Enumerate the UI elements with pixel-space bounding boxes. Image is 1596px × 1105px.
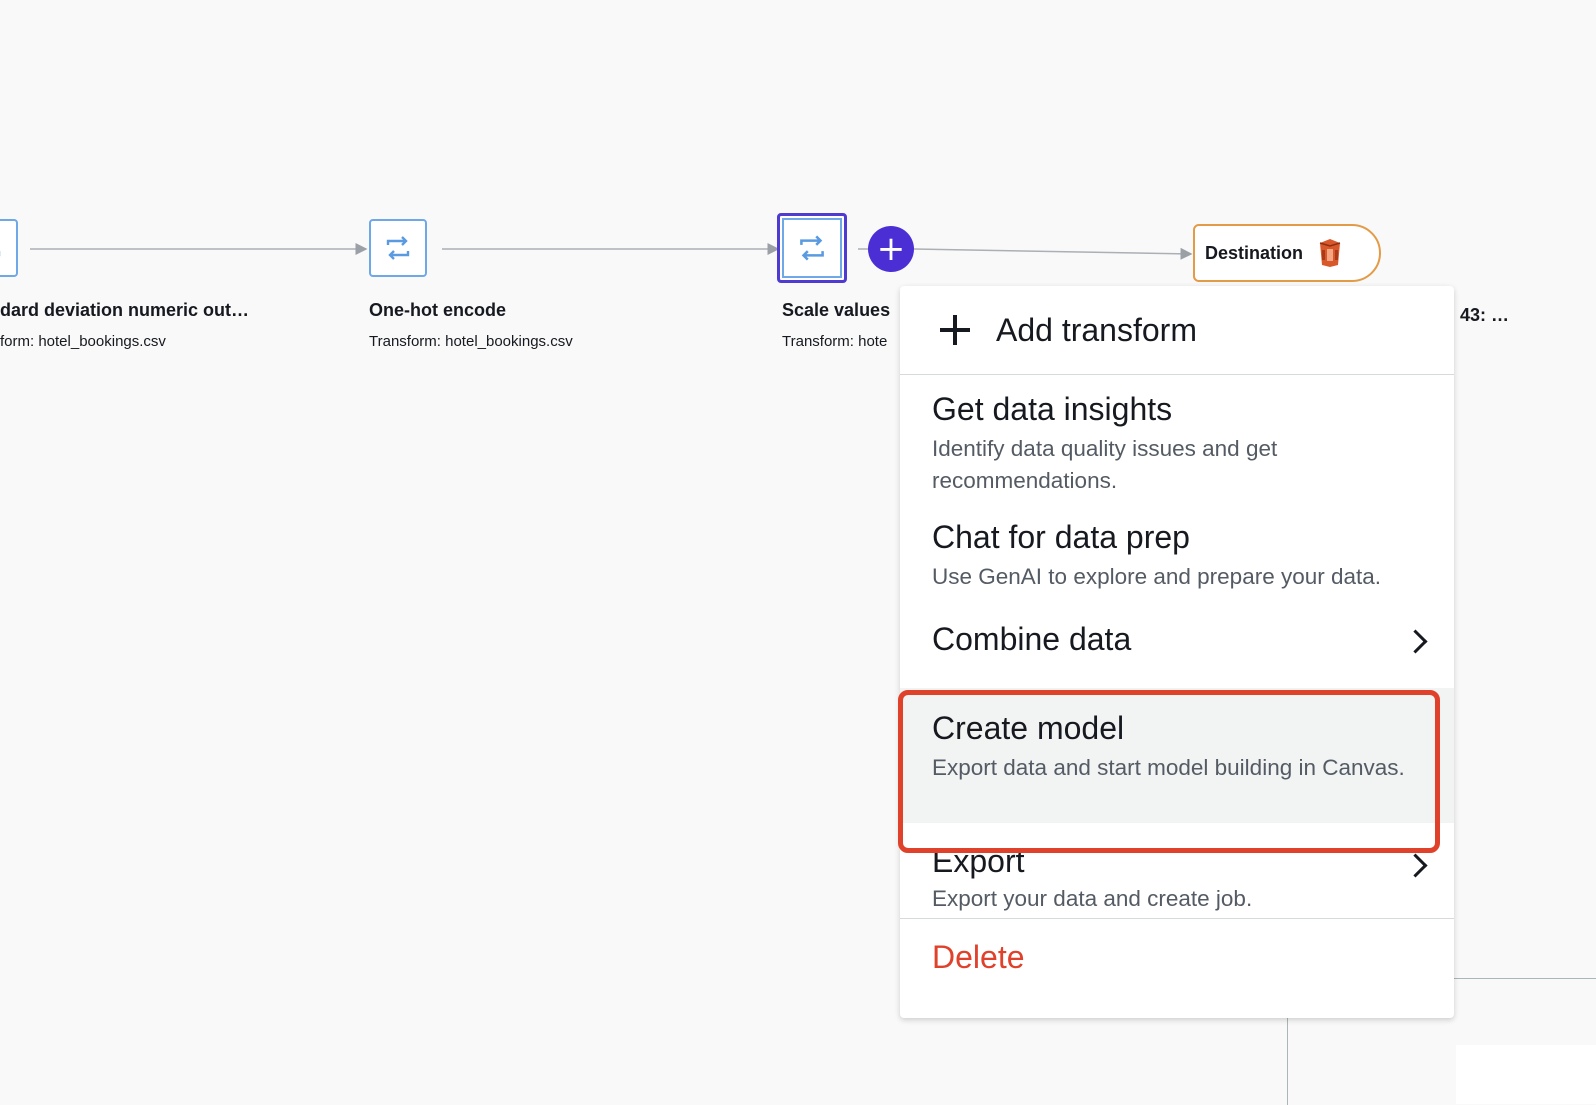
add-step-button[interactable]: + <box>868 226 914 272</box>
edge-4 <box>913 247 1193 260</box>
destination-node[interactable]: Destination <box>1193 224 1381 282</box>
flow-canvas[interactable]: dard deviation numeric out… form: hotel_… <box>0 0 1596 1105</box>
menu-item-description: Identify data quality issues and get rec… <box>932 436 1278 493</box>
menu-item-delete[interactable]: Delete <box>900 919 1454 1018</box>
add-transform-label: Add transform <box>996 311 1197 348</box>
transform-icon <box>800 235 824 261</box>
add-transform-item[interactable]: Add transform <box>900 286 1454 375</box>
create-model-highlight <box>898 690 1440 853</box>
clipped-node-label: 43: … <box>1460 305 1510 325</box>
menu-item-title: Get data insights <box>932 391 1173 427</box>
chevron-right-icon <box>1403 853 1428 878</box>
node-subtitle: Transform: hote <box>782 333 888 350</box>
plus-icon: + <box>876 229 906 269</box>
menu-item-description: Export your data and create job. <box>932 886 1253 911</box>
menu-item-title: Chat for data prep <box>932 519 1190 555</box>
node-title[interactable]: One-hot encode <box>369 300 506 321</box>
node-subtitle: form: hotel_bookings.csv <box>0 333 166 350</box>
s3-bucket-icon <box>1319 239 1341 267</box>
node-subtitle: Transform: hotel_bookings.csv <box>369 333 573 350</box>
background-panel-inner <box>1456 1045 1596 1104</box>
transform-node-icon[interactable] <box>369 219 427 277</box>
menu-item-chat-for-data-prep[interactable]: Chat for data prep Use GenAI to explore … <box>900 503 1454 601</box>
transform-icon <box>386 236 410 260</box>
node-title[interactable]: dard deviation numeric out… <box>0 300 249 321</box>
chevron-right-icon <box>1403 629 1428 654</box>
transform-node-icon-selected[interactable] <box>777 213 847 283</box>
menu-item-description: Use GenAI to explore and prepare your da… <box>932 564 1382 589</box>
node-context-menu: Add transform Get data insights Identify… <box>900 286 1454 1018</box>
plus-icon <box>940 315 970 345</box>
node-title[interactable]: Scale values <box>782 300 890 321</box>
transform-icon <box>0 251 1 257</box>
menu-item-title: Delete <box>932 939 1025 975</box>
transform-node-icon[interactable] <box>0 219 18 277</box>
destination-label: Destination <box>1205 242 1304 263</box>
menu-item-combine-data[interactable]: Combine data <box>900 601 1454 681</box>
menu-item-title: Combine data <box>932 621 1132 657</box>
menu-item-get-data-insights[interactable]: Get data insights Identify data quality … <box>900 375 1454 503</box>
